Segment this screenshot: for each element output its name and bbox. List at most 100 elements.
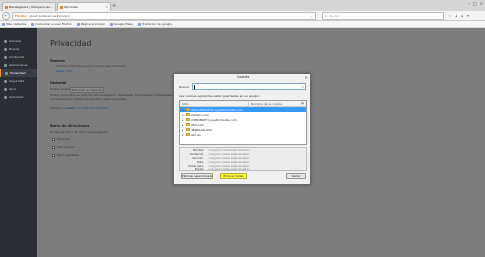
cookie-details: Nombre: <ninguna cookie seleccionada> Con…: [179, 147, 307, 171]
moogana-favicon-icon: [5, 5, 8, 9]
url-bar[interactable]: Firefox about:preferences#privacy ☆: [12, 12, 316, 20]
folder-icon: [186, 113, 190, 116]
check-pestanas[interactable]: ✓ Abrir pestañas: [52, 153, 79, 157]
sidebar-item-label: Contenido: [9, 55, 25, 59]
toolbar-icons: ☆ ↓ ⌂ ≡: [448, 13, 470, 18]
detail-label: Nombre:: [192, 149, 204, 152]
clear-history-link[interactable]: eliminar historial reciente: [69, 106, 107, 110]
url-text: about:preferences#privacy: [28, 14, 70, 18]
close-window-icon[interactable]: ×: [480, 1, 483, 6]
detail-value: <ninguna cookie seleccionada>: [208, 153, 250, 156]
bookmark-item[interactable]: Comenzar a usar Firefox: [31, 22, 72, 26]
menu-icon[interactable]: ≡: [467, 13, 470, 18]
detail-row: Expira: <ninguna cookie seleccionada>: [180, 168, 308, 172]
download-icon[interactable]: ↓: [455, 13, 458, 18]
tree-row-label: 24MONKEY.nyj.edinmedia.com: [191, 117, 237, 122]
rastreo-learn-more-link[interactable]: Saber más: [56, 69, 72, 73]
column-site[interactable]: Sitio: [182, 102, 189, 106]
window-controls: – □ ×: [468, 1, 483, 6]
bookmark-star-icon[interactable]: ☆: [448, 13, 452, 18]
sidebar-item-buscar[interactable]: Buscar: [0, 45, 37, 53]
close-tab-icon[interactable]: ×: [54, 5, 55, 9]
text-caret: [194, 85, 195, 89]
tree-header: Sitio Nombre de la cookie ▤: [180, 101, 306, 107]
bookmark-folder-icon: [2, 22, 5, 26]
sidebar-item-privacidad[interactable]: Privacidad: [0, 69, 37, 77]
sidebar-item-seguridad[interactable]: Seguridad: [0, 77, 37, 85]
cookie-tree[interactable]: Sitio Nombre de la cookie ▤ ▸ 000-ALTEAUT…: [179, 100, 307, 145]
detail-value: <ninguna cookie seleccionada>: [208, 161, 250, 164]
column-picker-icon[interactable]: ▤: [301, 101, 304, 105]
checkbox-checked-icon: ✓: [52, 145, 56, 150]
checkbox-checked-icon: ✓: [52, 153, 56, 158]
check-historial[interactable]: ✓ Historial: [52, 137, 69, 141]
close-button[interactable]: Cerrar: [286, 173, 306, 179]
sidebar-item-label: General: [9, 39, 21, 43]
folder-icon: [186, 133, 190, 136]
maximize-icon[interactable]: □: [473, 1, 477, 6]
search-placeholder: Buscar: [329, 14, 340, 18]
close-icon[interactable]: ×: [305, 75, 308, 80]
expand-arrow-icon[interactable]: ▸: [182, 113, 185, 117]
tab-moogana[interactable]: Bienllegados | Moogana Ge... ×: [2, 2, 56, 11]
bookmark-item[interactable]: Traductor de google: [138, 22, 172, 26]
rastreo-heading: Rastreo: [50, 59, 65, 63]
tree-row[interactable]: ▸ abc.es: [180, 132, 306, 137]
check-label: Abrir pestañas: [57, 153, 79, 157]
privacy-icon: [5, 71, 8, 75]
sidebar-item-label: Avanzado: [9, 95, 24, 99]
page-bookmark-icon: [76, 22, 80, 26]
search-input[interactable]: G Buscar: [322, 12, 444, 20]
tree-row-label: abc.es: [191, 132, 201, 137]
firefox-favicon-icon: [60, 5, 63, 9]
sidebar-item-sync[interactable]: Sync: [0, 85, 37, 93]
bookmark-item[interactable]: Más visitados: [2, 22, 26, 26]
sidebar-item-contenido[interactable]: Contenido: [0, 53, 37, 61]
minimize-icon[interactable]: –: [468, 1, 470, 6]
bookmark-item[interactable]: Página principal: [76, 22, 105, 26]
tree-row-label: 4ENKLOG.002: [191, 127, 212, 132]
detail-label: Expira:: [194, 168, 204, 171]
tree-row-label: 2bh.com: [191, 122, 205, 127]
detail-value: <ninguna cookie seleccionada>: [208, 168, 250, 171]
folder-icon: [186, 108, 190, 111]
column-cookie-name[interactable]: Nombre de la cookie: [248, 102, 282, 106]
check-marcadores[interactable]: ✓ Marcadores: [52, 145, 74, 149]
content-icon: [4, 55, 7, 59]
bookmark-star-icon[interactable]: ☆: [309, 14, 313, 19]
cookies-hint: Las cookies siguientes están guardadas e…: [179, 94, 261, 98]
historial-label: Firefox podrá: [50, 87, 70, 91]
expand-arrow-icon[interactable]: ▸: [182, 128, 185, 132]
page-title: Privacidad: [50, 39, 92, 48]
apps-icon: [4, 63, 7, 67]
bookmark-label: Comenzar a usar Firefox: [35, 22, 72, 26]
sidebar-item-label: Privacidad: [10, 71, 26, 75]
detail-label: Servidor:: [192, 157, 204, 160]
new-tab-icon[interactable]: +: [112, 3, 116, 9]
expand-arrow-icon[interactable]: ▸: [182, 118, 185, 122]
barra-text: Al usar la barra de direcciones sugerir:: [50, 130, 109, 134]
bookmark-item[interactable]: Google Maps: [109, 22, 133, 26]
home-icon[interactable]: ⌂: [461, 13, 464, 18]
bookmarks-toolbar: Más visitados Comenzar a usar Firefox Pá…: [0, 21, 485, 28]
remove-selected-button[interactable]: Eliminar seleccionada: [181, 173, 213, 179]
remove-all-button[interactable]: Eliminar todas: [220, 173, 247, 179]
expand-arrow-icon[interactable]: ▸: [182, 108, 185, 112]
tab-opciones[interactable]: Opciones ×: [57, 2, 111, 11]
sidebar-item-label: Buscar: [9, 47, 20, 51]
advanced-icon: [4, 95, 7, 99]
tab-label: Opciones: [64, 5, 78, 9]
sidebar-item-avanzado[interactable]: Avanzado: [0, 93, 37, 101]
back-arrow-icon[interactable]: ←: [2, 12, 10, 20]
expand-arrow-icon[interactable]: ▸: [182, 123, 185, 127]
barra-heading: Barra de direcciones: [50, 124, 90, 128]
bookmark-label: Página principal: [80, 22, 105, 26]
cookie-search-input[interactable]: ⌕: [192, 83, 306, 90]
sidebar-item-aplicaciones[interactable]: Aplicaciones: [0, 61, 37, 69]
sidebar-item-label: Seguridad: [9, 79, 25, 83]
folder-icon: [186, 128, 190, 131]
close-tab-icon[interactable]: ×: [105, 5, 108, 9]
check-label: Marcadores: [57, 145, 75, 149]
expand-arrow-icon[interactable]: ▸: [182, 133, 185, 137]
sidebar-item-general[interactable]: General: [0, 37, 37, 45]
